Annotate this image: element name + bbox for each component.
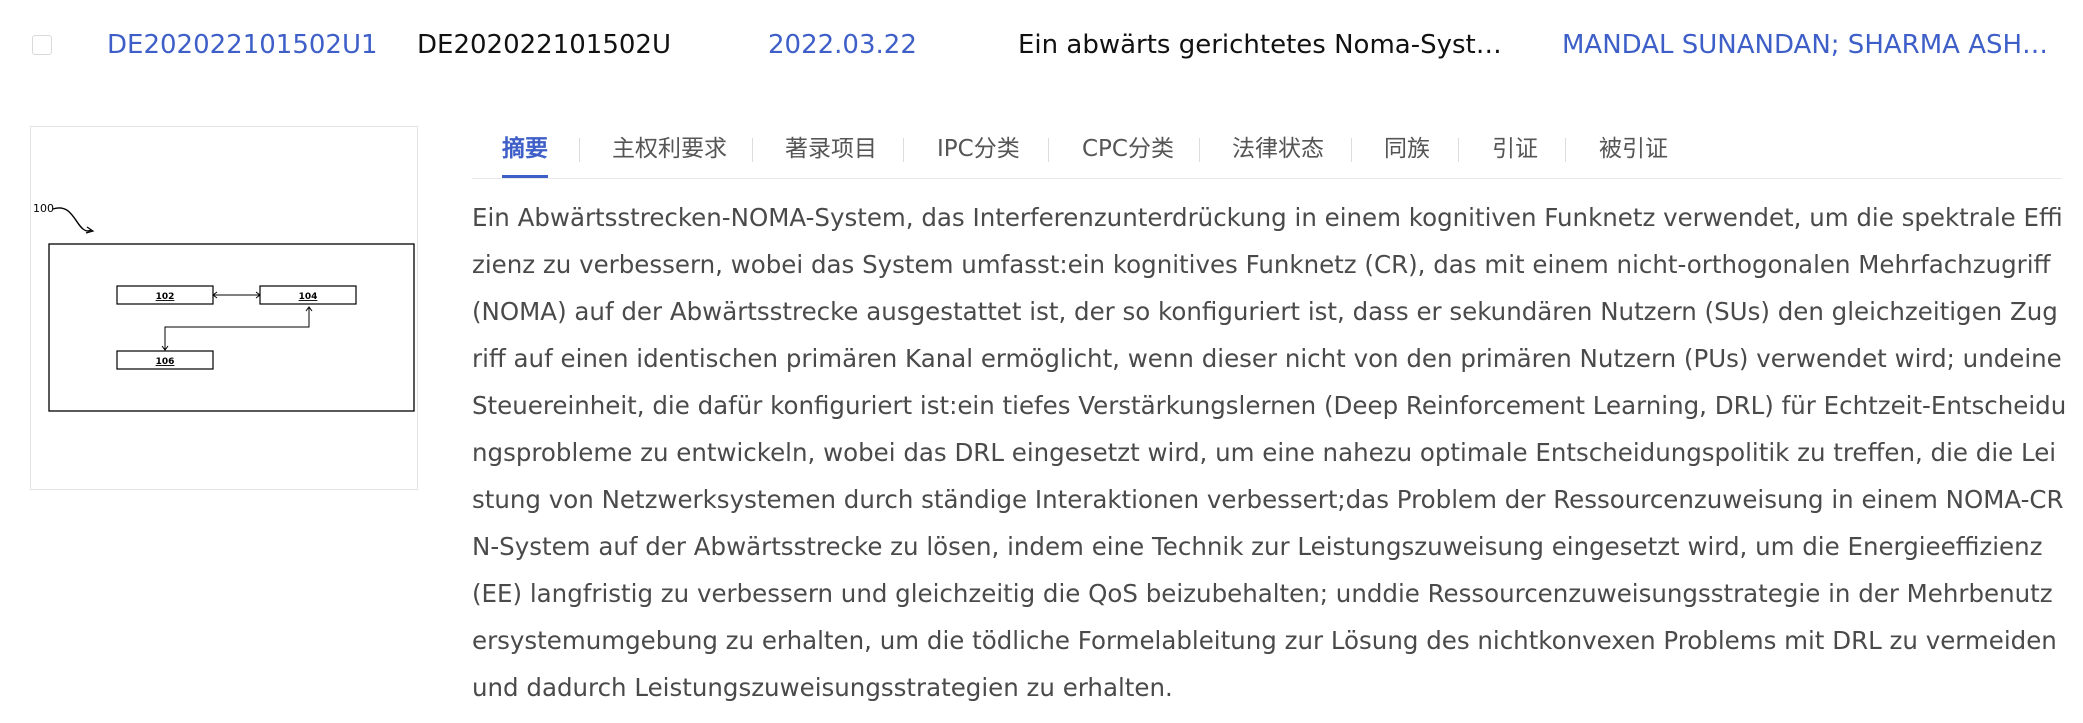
tab-ipc[interactable]: IPC分类 — [937, 134, 1020, 178]
tab-abstract[interactable]: 摘要 — [502, 134, 548, 178]
ref-label-100: 100 — [33, 202, 54, 215]
tab-divider — [1351, 138, 1352, 162]
applicants-link[interactable]: MANDAL SUNANDAN; SHARMA ASHU... — [1562, 27, 2057, 63]
tab-legal-status[interactable]: 法律状态 — [1232, 134, 1324, 178]
patent-title: Ein abwärts gerichtetes Noma-System ... — [1018, 30, 1508, 60]
tab-divider — [1565, 138, 1566, 162]
tab-citations[interactable]: 引证 — [1492, 134, 1538, 178]
tab-divider — [1199, 138, 1200, 162]
ref-arrow-100 — [52, 207, 92, 232]
tab-bibliographic[interactable]: 著录项目 — [785, 134, 877, 178]
tab-divider — [1048, 138, 1049, 162]
tab-main-claim[interactable]: 主权利要求 — [612, 134, 727, 178]
tab-divider — [579, 138, 580, 162]
tab-cited-by[interactable]: 被引证 — [1599, 134, 1668, 178]
block-104-label: 104 — [299, 292, 318, 302]
tab-divider — [752, 138, 753, 162]
block-102-label: 102 — [156, 292, 175, 302]
detail-tabs: 摘要 主权利要求 著录项目 IPC分类 CPC分类 法律状态 同族 引证 被引证 — [472, 126, 2062, 179]
tab-family[interactable]: 同族 — [1384, 134, 1430, 178]
patent-drawing-thumbnail[interactable]: 100 102 104 106 — [30, 126, 418, 490]
abstract-text: Ein Abwärtsstrecken-NOMA-System, das Int… — [472, 203, 2067, 702]
tab-cpc[interactable]: CPC分类 — [1082, 134, 1174, 178]
connector-104-106 — [164, 307, 310, 350]
row-checkbox[interactable] — [32, 35, 52, 55]
patent-drawing: 100 102 104 106 — [33, 202, 415, 412]
application-number: DE202022101502U — [417, 30, 671, 60]
block-106-label: 106 — [156, 357, 175, 367]
tab-divider — [1458, 138, 1459, 162]
tab-divider — [903, 138, 904, 162]
publication-number-link[interactable]: DE202022101502U1 — [107, 27, 407, 63]
result-row: DE202022101502U1 DE202022101502U 2022.03… — [0, 0, 2083, 90]
publication-date: 2022.03.22 — [768, 30, 917, 60]
